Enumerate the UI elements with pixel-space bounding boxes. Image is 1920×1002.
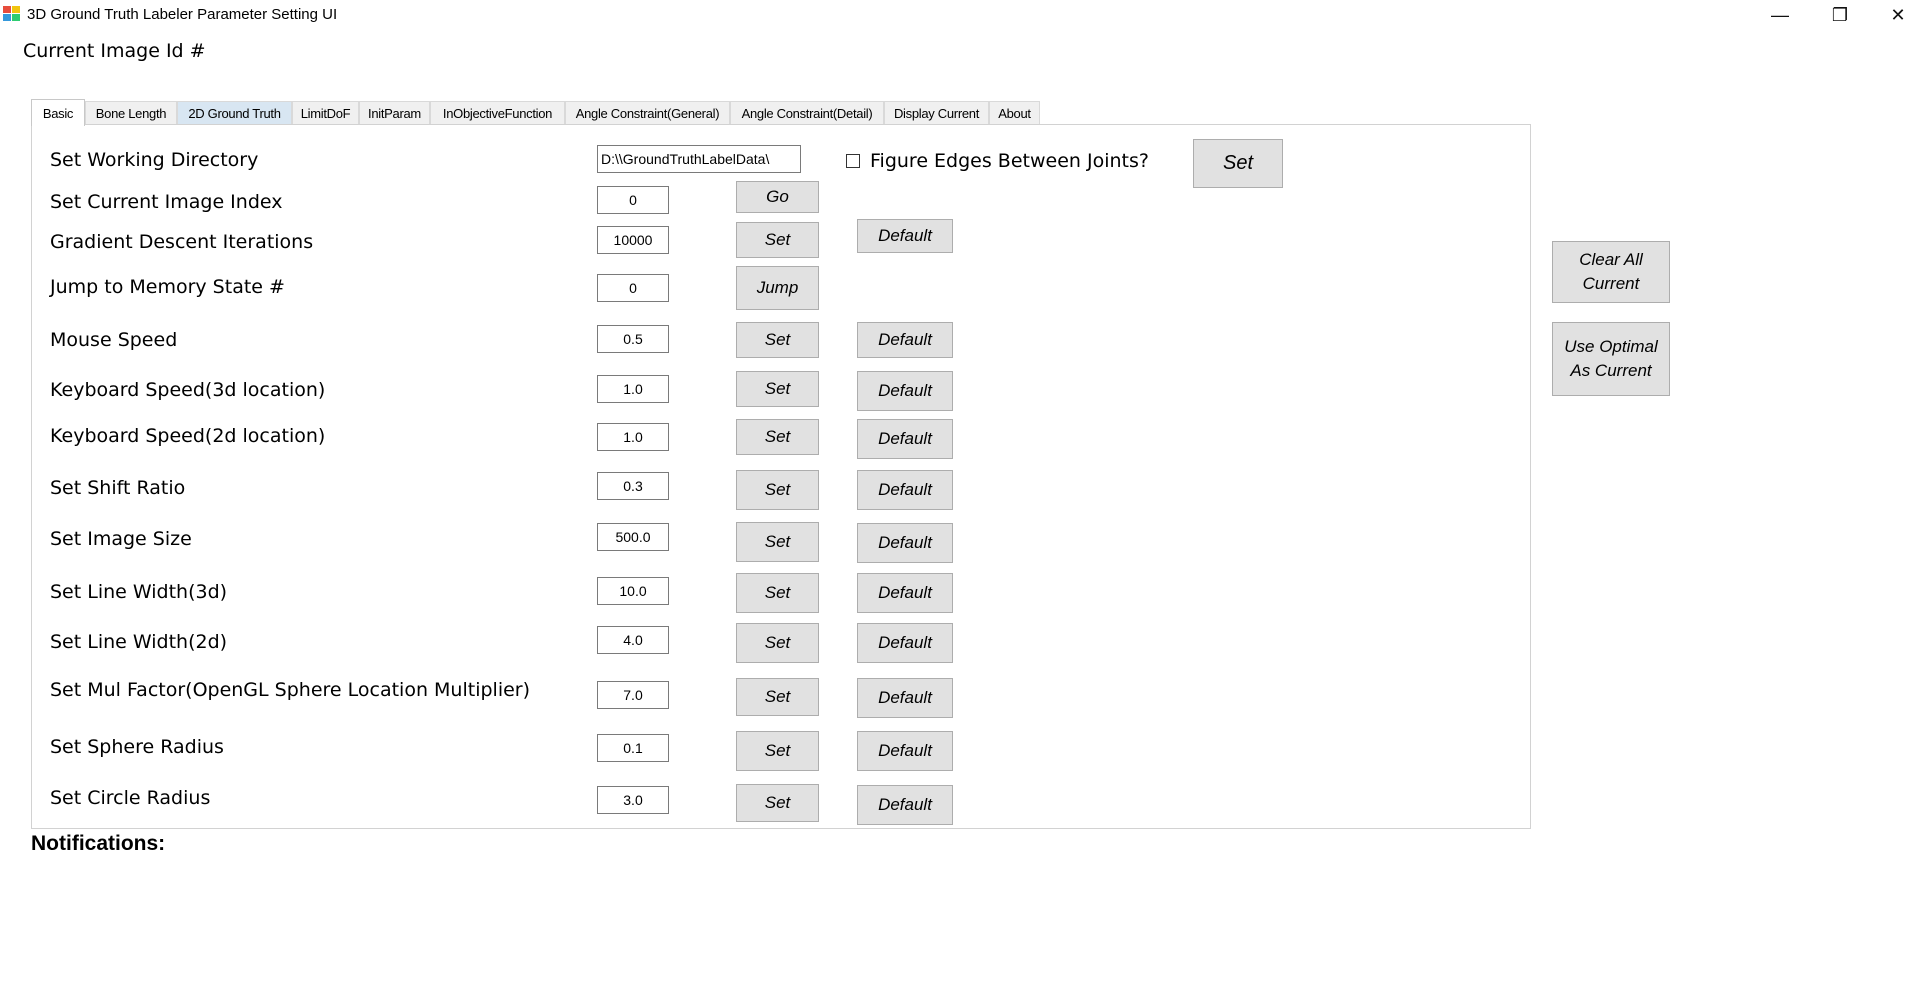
image-size-set-button[interactable]: Set bbox=[736, 522, 819, 562]
mouse-speed-input[interactable]: 0.5 bbox=[597, 325, 669, 353]
kb-speed-3d-input[interactable]: 1.0 bbox=[597, 375, 669, 403]
use-optimal-as-current-button[interactable]: Use Optimal As Current bbox=[1552, 322, 1670, 396]
app-icon bbox=[3, 6, 21, 22]
mouse-speed-label: Mouse Speed bbox=[50, 329, 178, 351]
mul-factor-input[interactable]: 7.0 bbox=[597, 681, 669, 709]
maximize-button[interactable]: ❐ bbox=[1810, 0, 1870, 30]
image-index-label: Set Current Image Index bbox=[50, 191, 283, 213]
working-directory-input[interactable]: D:\\GroundTruthLabelData\ bbox=[597, 145, 801, 173]
line-width-3d-set-button[interactable]: Set bbox=[736, 573, 819, 613]
tab-bone-length[interactable]: Bone Length bbox=[85, 101, 177, 125]
memory-state-label: Jump to Memory State # bbox=[50, 276, 285, 298]
line-width-3d-default-button[interactable]: Default bbox=[857, 573, 953, 613]
mul-factor-default-button[interactable]: Default bbox=[857, 678, 953, 718]
shift-ratio-input[interactable]: 0.3 bbox=[597, 472, 669, 500]
line-width-2d-default-button[interactable]: Default bbox=[857, 623, 953, 663]
mul-factor-label: Set Mul Factor(OpenGL Sphere Location Mu… bbox=[50, 679, 531, 701]
line-width-3d-input[interactable]: 10.0 bbox=[597, 577, 669, 605]
gd-iterations-label: Gradient Descent Iterations bbox=[50, 231, 314, 253]
shift-ratio-label: Set Shift Ratio bbox=[50, 477, 186, 499]
image-index-input[interactable]: 0 bbox=[597, 186, 669, 214]
close-button[interactable]: ✕ bbox=[1868, 0, 1920, 30]
figure-edges-checkbox[interactable] bbox=[846, 154, 860, 168]
working-directory-label: Set Working Directory bbox=[50, 149, 259, 171]
kb-speed-3d-set-button[interactable]: Set bbox=[736, 371, 819, 407]
mouse-speed-set-button[interactable]: Set bbox=[736, 322, 819, 358]
jump-button[interactable]: Jump bbox=[736, 266, 819, 310]
line-width-2d-set-button[interactable]: Set bbox=[736, 623, 819, 663]
gd-iterations-input[interactable]: 10000 bbox=[597, 226, 669, 254]
tab-initparam[interactable]: InitParam bbox=[359, 101, 430, 125]
window-title: 3D Ground Truth Labeler Parameter Settin… bbox=[27, 6, 338, 23]
kb-speed-3d-label: Keyboard Speed(3d location) bbox=[50, 379, 326, 401]
kb-speed-2d-input[interactable]: 1.0 bbox=[597, 423, 669, 451]
circle-radius-input[interactable]: 3.0 bbox=[597, 786, 669, 814]
tab-basic[interactable]: Basic bbox=[31, 99, 85, 126]
mouse-speed-default-button[interactable]: Default bbox=[857, 322, 953, 358]
title-bar: 3D Ground Truth Labeler Parameter Settin… bbox=[0, 0, 1920, 30]
kb-speed-2d-default-button[interactable]: Default bbox=[857, 419, 953, 459]
line-width-2d-input[interactable]: 4.0 bbox=[597, 626, 669, 654]
image-size-default-button[interactable]: Default bbox=[857, 523, 953, 563]
sphere-radius-default-button[interactable]: Default bbox=[857, 731, 953, 771]
clear-all-current-button[interactable]: Clear All Current bbox=[1552, 241, 1670, 303]
circle-radius-label: Set Circle Radius bbox=[50, 787, 211, 809]
sphere-radius-label: Set Sphere Radius bbox=[50, 736, 224, 758]
kb-speed-2d-label: Keyboard Speed(2d location) bbox=[50, 425, 326, 447]
tab-inobjectivefunction[interactable]: InObjectiveFunction bbox=[430, 101, 565, 125]
shift-ratio-default-button[interactable]: Default bbox=[857, 470, 953, 510]
image-size-label: Set Image Size bbox=[50, 528, 192, 550]
sphere-radius-input[interactable]: 0.1 bbox=[597, 734, 669, 762]
kb-speed-3d-default-button[interactable]: Default bbox=[857, 371, 953, 411]
line-width-3d-label: Set Line Width(3d) bbox=[50, 581, 228, 603]
tab-angle-constraint-detail[interactable]: Angle Constraint(Detail) bbox=[730, 101, 884, 125]
gd-iterations-set-button[interactable]: Set bbox=[736, 222, 819, 258]
image-size-input[interactable]: 500.0 bbox=[597, 523, 669, 551]
gd-iterations-default-button[interactable]: Default bbox=[857, 219, 953, 253]
go-button[interactable]: Go bbox=[736, 181, 819, 213]
memory-state-input[interactable]: 0 bbox=[597, 274, 669, 302]
tab-angle-constraint-general[interactable]: Angle Constraint(General) bbox=[565, 101, 730, 125]
minimize-button[interactable]: — bbox=[1750, 0, 1810, 30]
tab-about[interactable]: About bbox=[989, 101, 1040, 125]
tab-limitdof[interactable]: LimitDoF bbox=[292, 101, 359, 125]
app-window: 3D Ground Truth Labeler Parameter Settin… bbox=[0, 0, 1920, 1002]
line-width-2d-label: Set Line Width(2d) bbox=[50, 631, 228, 653]
current-image-id-label: Current Image Id # bbox=[23, 40, 206, 62]
circle-radius-default-button[interactable]: Default bbox=[857, 785, 953, 825]
tab-2d-ground-truth[interactable]: 2D Ground Truth bbox=[177, 101, 292, 125]
mul-factor-set-button[interactable]: Set bbox=[736, 678, 819, 716]
figure-edges-checkbox-group[interactable]: Figure Edges Between Joints? bbox=[846, 150, 1149, 172]
figure-edges-set-button[interactable]: Set bbox=[1193, 139, 1283, 188]
tab-display-current[interactable]: Display Current bbox=[884, 101, 989, 125]
sphere-radius-set-button[interactable]: Set bbox=[736, 731, 819, 771]
circle-radius-set-button[interactable]: Set bbox=[736, 784, 819, 822]
shift-ratio-set-button[interactable]: Set bbox=[736, 470, 819, 510]
figure-edges-label: Figure Edges Between Joints? bbox=[870, 150, 1149, 172]
kb-speed-2d-set-button[interactable]: Set bbox=[736, 419, 819, 455]
notifications-label: Notifications: bbox=[31, 832, 166, 855]
